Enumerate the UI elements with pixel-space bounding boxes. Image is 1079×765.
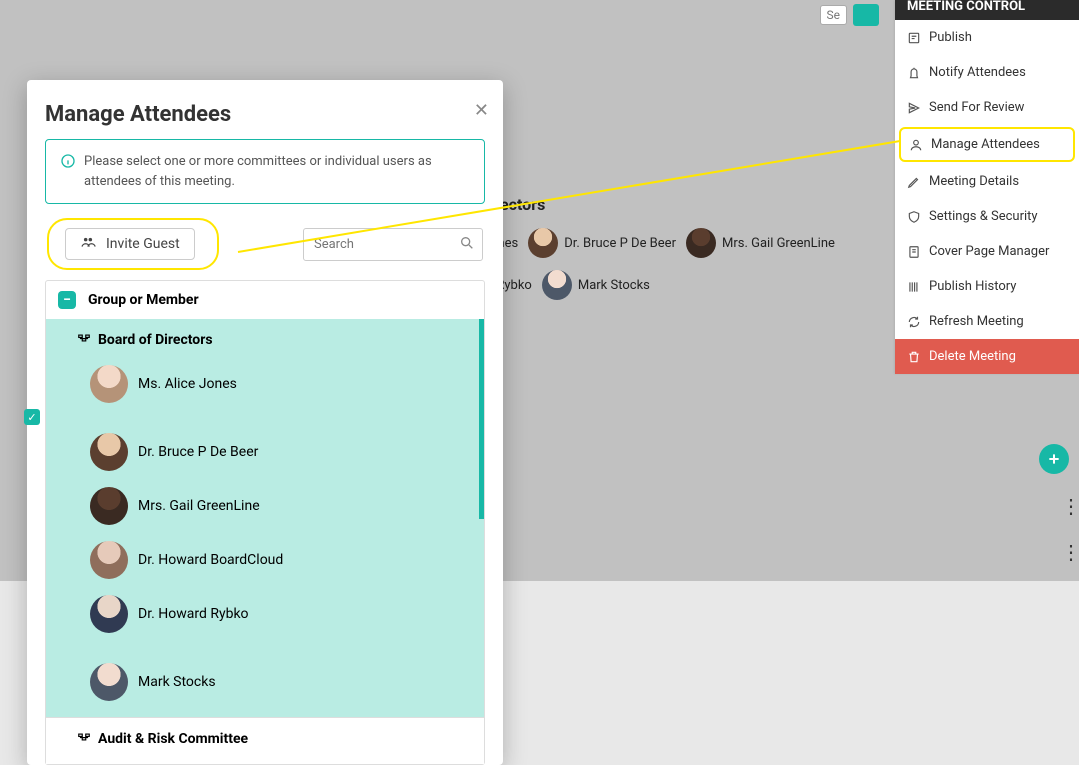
panel-label: Cover Page Manager: [929, 244, 1049, 259]
panel-item-meeting-details[interactable]: Meeting Details: [895, 164, 1079, 199]
manage-attendees-modal: Manage Attendees ✕ Please select one or …: [27, 80, 503, 765]
panel-label: Notify Attendees: [929, 65, 1026, 80]
top-se-box: Se: [820, 5, 848, 25]
meeting-control-panel: MEETING CONTROL Publish Notify Attendees…: [895, 0, 1079, 374]
member-item[interactable]: Ms. Alice Jones: [90, 365, 270, 403]
panel-item-notify[interactable]: Notify Attendees: [895, 55, 1079, 90]
avatar: [90, 433, 128, 471]
panel-label: Meeting Details: [929, 174, 1019, 189]
panel-item-publish[interactable]: Publish: [895, 20, 1079, 55]
checkbox-checked-icon[interactable]: ✓: [24, 409, 40, 425]
shield-icon: [907, 210, 921, 224]
publish-icon: [907, 31, 921, 45]
panel-item-publish-history[interactable]: Publish History: [895, 269, 1079, 304]
refresh-icon: [907, 315, 921, 329]
panel-item-cover-page[interactable]: Cover Page Manager: [895, 234, 1079, 269]
panel-item-send-review[interactable]: Send For Review: [895, 90, 1079, 125]
panel-label: Delete Meeting: [929, 349, 1016, 364]
member-name: Dr. Bruce P De Beer: [138, 444, 258, 460]
group-name: Board of Directors: [98, 332, 213, 348]
modal-title: Manage Attendees: [27, 80, 503, 139]
avatar: [90, 365, 128, 403]
panel-label: Publish History: [929, 279, 1016, 294]
pencil-icon: [907, 175, 921, 189]
panel-label: Settings & Security: [929, 209, 1038, 224]
collapse-all-button[interactable]: −: [58, 291, 76, 309]
notify-icon: [907, 66, 921, 80]
close-icon[interactable]: ✕: [474, 100, 489, 121]
panel-item-refresh[interactable]: Refresh Meeting: [895, 304, 1079, 339]
history-icon: [907, 280, 921, 294]
group-name: Audit & Risk Committee: [98, 731, 248, 747]
top-toolbar-stub: Se: [820, 4, 880, 26]
bg-heading-fragment: ectors: [500, 195, 835, 214]
fab-add-button[interactable]: [1039, 444, 1069, 474]
avatar: [686, 228, 716, 258]
panel-label: Send For Review: [929, 100, 1024, 115]
info-text: Please select one or more committees or …: [84, 152, 470, 191]
info-box: Please select one or more committees or …: [45, 139, 485, 204]
panel-label: Manage Attendees: [931, 137, 1040, 152]
member-name: Dr. Howard BoardCloud: [138, 552, 283, 568]
search-wrapper: [303, 228, 483, 261]
group-audit-risk[interactable]: Audit & Risk Committee: [46, 717, 484, 764]
user-icon: [909, 138, 923, 152]
list-header: − Group or Member: [46, 281, 484, 319]
page-icon: [907, 245, 921, 259]
panel-header: MEETING CONTROL: [895, 0, 1079, 20]
avatar: [528, 228, 558, 258]
member-item[interactable]: Mrs. Gail GreenLine: [90, 487, 270, 525]
bg-chip: Dr. Bruce P De Beer: [528, 228, 676, 258]
panel-item-delete-meeting[interactable]: Delete Meeting: [895, 339, 1079, 374]
send-review-icon: [907, 101, 921, 115]
member-item[interactable]: Mark Stocks: [90, 663, 270, 701]
group-icon: [76, 730, 92, 748]
avatar: [90, 487, 128, 525]
attendee-list: − Group or Member ✓ Board of Directors M…: [45, 280, 485, 765]
list-header-label: Group or Member: [88, 292, 199, 308]
avatar: [90, 663, 128, 701]
bg-chip: Mark Stocks: [542, 270, 650, 300]
member-item[interactable]: Dr. Howard Rybko: [90, 595, 270, 633]
panel-item-manage-attendees[interactable]: Manage Attendees: [899, 127, 1075, 162]
invite-guest-button[interactable]: Invite Guest: [47, 218, 219, 270]
member-name: Ms. Alice Jones: [138, 376, 237, 392]
group-board-of-directors[interactable]: ✓ Board of Directors Ms. Alice Jones Dr.…: [46, 319, 484, 717]
panel-label: Refresh Meeting: [929, 314, 1024, 329]
member-item[interactable]: Dr. Howard BoardCloud: [90, 541, 283, 579]
trash-icon: [907, 350, 921, 364]
scrollbar-thumb[interactable]: [479, 319, 484, 519]
kebab-menu-2[interactable]: ⋮: [1061, 540, 1067, 564]
group-icon: [76, 331, 92, 349]
member-item[interactable]: Dr. Bruce P De Beer: [90, 433, 270, 471]
search-icon: [459, 235, 475, 255]
avatar: [542, 270, 572, 300]
member-name: Dr. Howard Rybko: [138, 606, 249, 622]
avatar: [90, 541, 128, 579]
panel-label: Publish: [929, 30, 972, 45]
kebab-menu-1[interactable]: ⋮: [1061, 494, 1067, 518]
bg-chip: Mrs. Gail GreenLine: [686, 228, 835, 258]
panel-item-settings-security[interactable]: Settings & Security: [895, 199, 1079, 234]
plus-icon: [1046, 451, 1062, 467]
member-name: Mark Stocks: [138, 674, 216, 690]
invite-guest-label: Invite Guest: [106, 236, 180, 252]
info-icon: [60, 153, 76, 176]
users-icon: [80, 235, 96, 253]
member-name: Mrs. Gail GreenLine: [138, 498, 260, 514]
search-input[interactable]: [303, 228, 483, 261]
avatar: [90, 595, 128, 633]
teal-pill-icon: [853, 4, 879, 26]
